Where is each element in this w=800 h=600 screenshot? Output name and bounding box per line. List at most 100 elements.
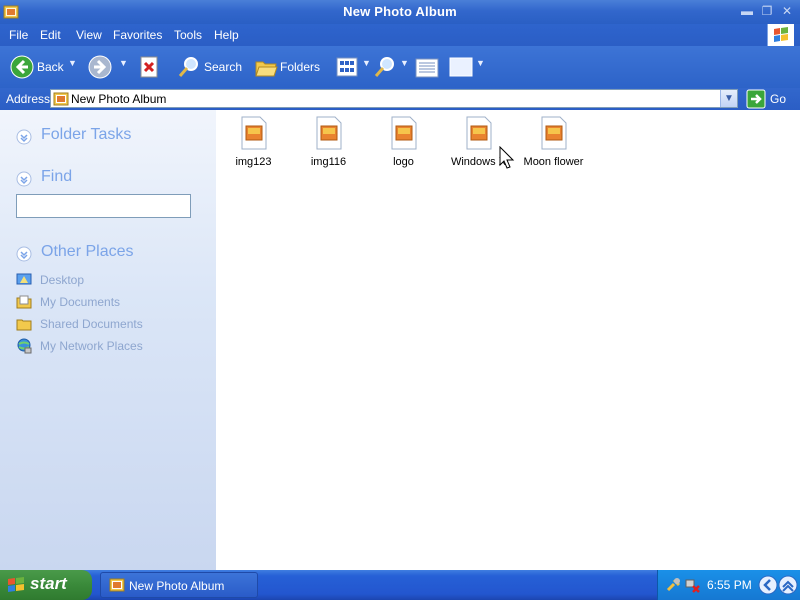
thumbnail-view-button[interactable]: ▼ [448, 46, 485, 88]
folders-label: Folders [280, 60, 321, 74]
folder-tasks-title: Folder Tasks [41, 126, 132, 143]
file-name: img116 [310, 156, 347, 168]
views-button[interactable]: ▼ [335, 46, 371, 88]
place-label: Desktop [40, 273, 85, 287]
image-file-icon [316, 116, 342, 150]
forward-dropdown-icon[interactable]: ▼ [119, 58, 128, 68]
image-file-icon [466, 116, 492, 150]
mouse-cursor-icon [499, 146, 515, 169]
taskbar: start New Photo Album 6:55 PM [0, 570, 800, 600]
address-bar: Address New Photo Album ▼ Go [0, 88, 800, 110]
views-dropdown-icon[interactable]: ▼ [362, 58, 371, 68]
menu-favorites[interactable]: Favorites [113, 28, 162, 42]
find-header[interactable]: Find [16, 168, 206, 190]
thumbnail-dropdown-icon[interactable]: ▼ [476, 58, 485, 68]
back-dropdown-icon[interactable]: ▼ [68, 58, 77, 68]
address-label: Address [6, 92, 51, 106]
folders-icon [255, 61, 278, 77]
find-input[interactable] [16, 194, 191, 218]
chevron-down-icon [16, 129, 32, 145]
file-item[interactable]: img123 [216, 114, 291, 172]
windows-logo-icon [767, 24, 794, 46]
tray-network-icon[interactable] [684, 577, 700, 593]
folder-tasks-header[interactable]: Folder Tasks [16, 126, 206, 148]
clock: 6:55 PM [707, 578, 752, 592]
other-places-header[interactable]: Other Places [16, 243, 206, 265]
file-name: img123 [235, 156, 272, 168]
views-icon [336, 57, 358, 77]
taskbar-window-label: New Photo Album [129, 579, 225, 593]
network-icon [17, 338, 32, 354]
my-documents-icon [16, 295, 32, 309]
file-item[interactable]: img116 [291, 114, 366, 172]
photo-album-icon [53, 92, 69, 106]
file-name: Moon flower [523, 156, 584, 168]
title-bar: New Photo Album ▬ ❐ ✕ [0, 0, 800, 24]
restore-button[interactable]: ❐ [758, 3, 776, 19]
thumbnail-view-icon [449, 57, 473, 77]
tray-tools-icon[interactable] [666, 577, 682, 593]
menu-tools[interactable]: Tools [174, 28, 202, 42]
desktop-icon [16, 273, 32, 285]
magnifier-icon [374, 57, 394, 77]
place-desktop[interactable]: Desktop [16, 272, 136, 290]
taskbar-window-button[interactable]: New Photo Album [100, 572, 258, 598]
image-file-icon [541, 116, 567, 150]
image-file-icon [241, 116, 267, 150]
details-button[interactable] [414, 46, 440, 88]
start-button[interactable]: start [0, 570, 92, 600]
forward-arrow-icon [88, 55, 112, 79]
zoom-button[interactable]: ▼ [372, 46, 410, 88]
shared-folder-icon [16, 319, 32, 331]
back-button[interactable]: Back ▼ [8, 46, 78, 88]
minimize-button[interactable]: ▬ [738, 3, 756, 19]
forward-button[interactable]: ▼ [86, 46, 128, 88]
toolbar: Back ▼ ▼ Search Folders ▼ ▼ ▼ [0, 46, 800, 89]
address-dropdown-icon[interactable]: ▼ [720, 90, 737, 107]
file-item[interactable]: logo [366, 114, 441, 172]
image-file-icon [391, 116, 417, 150]
place-label: My Network Places [40, 339, 143, 353]
chevron-left-icon [758, 575, 778, 595]
place-shared-documents[interactable]: Shared Documents [16, 316, 156, 334]
chevron-down-icon [16, 246, 32, 262]
menu-view[interactable]: View [76, 28, 102, 42]
photo-album-icon [109, 578, 125, 592]
tray-expand-button[interactable] [778, 574, 798, 596]
search-button[interactable]: Search [175, 46, 245, 88]
windows-flag-icon [8, 577, 24, 592]
folders-button[interactable]: Folders [253, 46, 323, 88]
chevron-down-icon [16, 171, 32, 187]
task-pane: Folder Tasks Find Other Places Desktop M… [0, 110, 216, 570]
go-label: Go [770, 92, 787, 106]
system-tray: 6:55 PM [657, 570, 800, 600]
place-my-network-places[interactable]: My Network Places [16, 338, 156, 356]
back-label: Back [37, 60, 64, 74]
search-icon [178, 57, 198, 77]
delete-button[interactable] [136, 46, 162, 88]
menu-edit[interactable]: Edit [40, 28, 61, 42]
chevron-up-icon [778, 575, 798, 595]
details-view-icon [415, 58, 439, 78]
place-my-documents[interactable]: My Documents [16, 294, 136, 312]
find-title: Find [41, 168, 73, 185]
zoom-dropdown-icon[interactable]: ▼ [400, 58, 409, 68]
menu-help[interactable]: Help [214, 28, 239, 42]
tray-back-button[interactable] [758, 574, 778, 596]
place-label: My Documents [40, 295, 121, 309]
go-button[interactable]: Go [746, 89, 796, 109]
file-item[interactable]: Moon flower [516, 114, 591, 172]
back-arrow-icon [10, 55, 34, 79]
address-input[interactable]: New Photo Album ▼ [50, 89, 738, 108]
search-label: Search [204, 60, 243, 74]
window-title: New Photo Album [343, 4, 457, 19]
menu-bar: File Edit View Favorites Tools Help [0, 24, 800, 46]
file-name: logo [393, 156, 414, 168]
close-button[interactable]: ✕ [778, 3, 796, 19]
address-value: New Photo Album [71, 92, 167, 106]
file-view: img123 img116 logo Windows X Moon flower [216, 110, 800, 570]
go-arrow-icon [746, 89, 766, 109]
place-label: Shared Documents [40, 317, 143, 331]
start-label: start [30, 574, 67, 593]
menu-file[interactable]: File [9, 28, 28, 42]
